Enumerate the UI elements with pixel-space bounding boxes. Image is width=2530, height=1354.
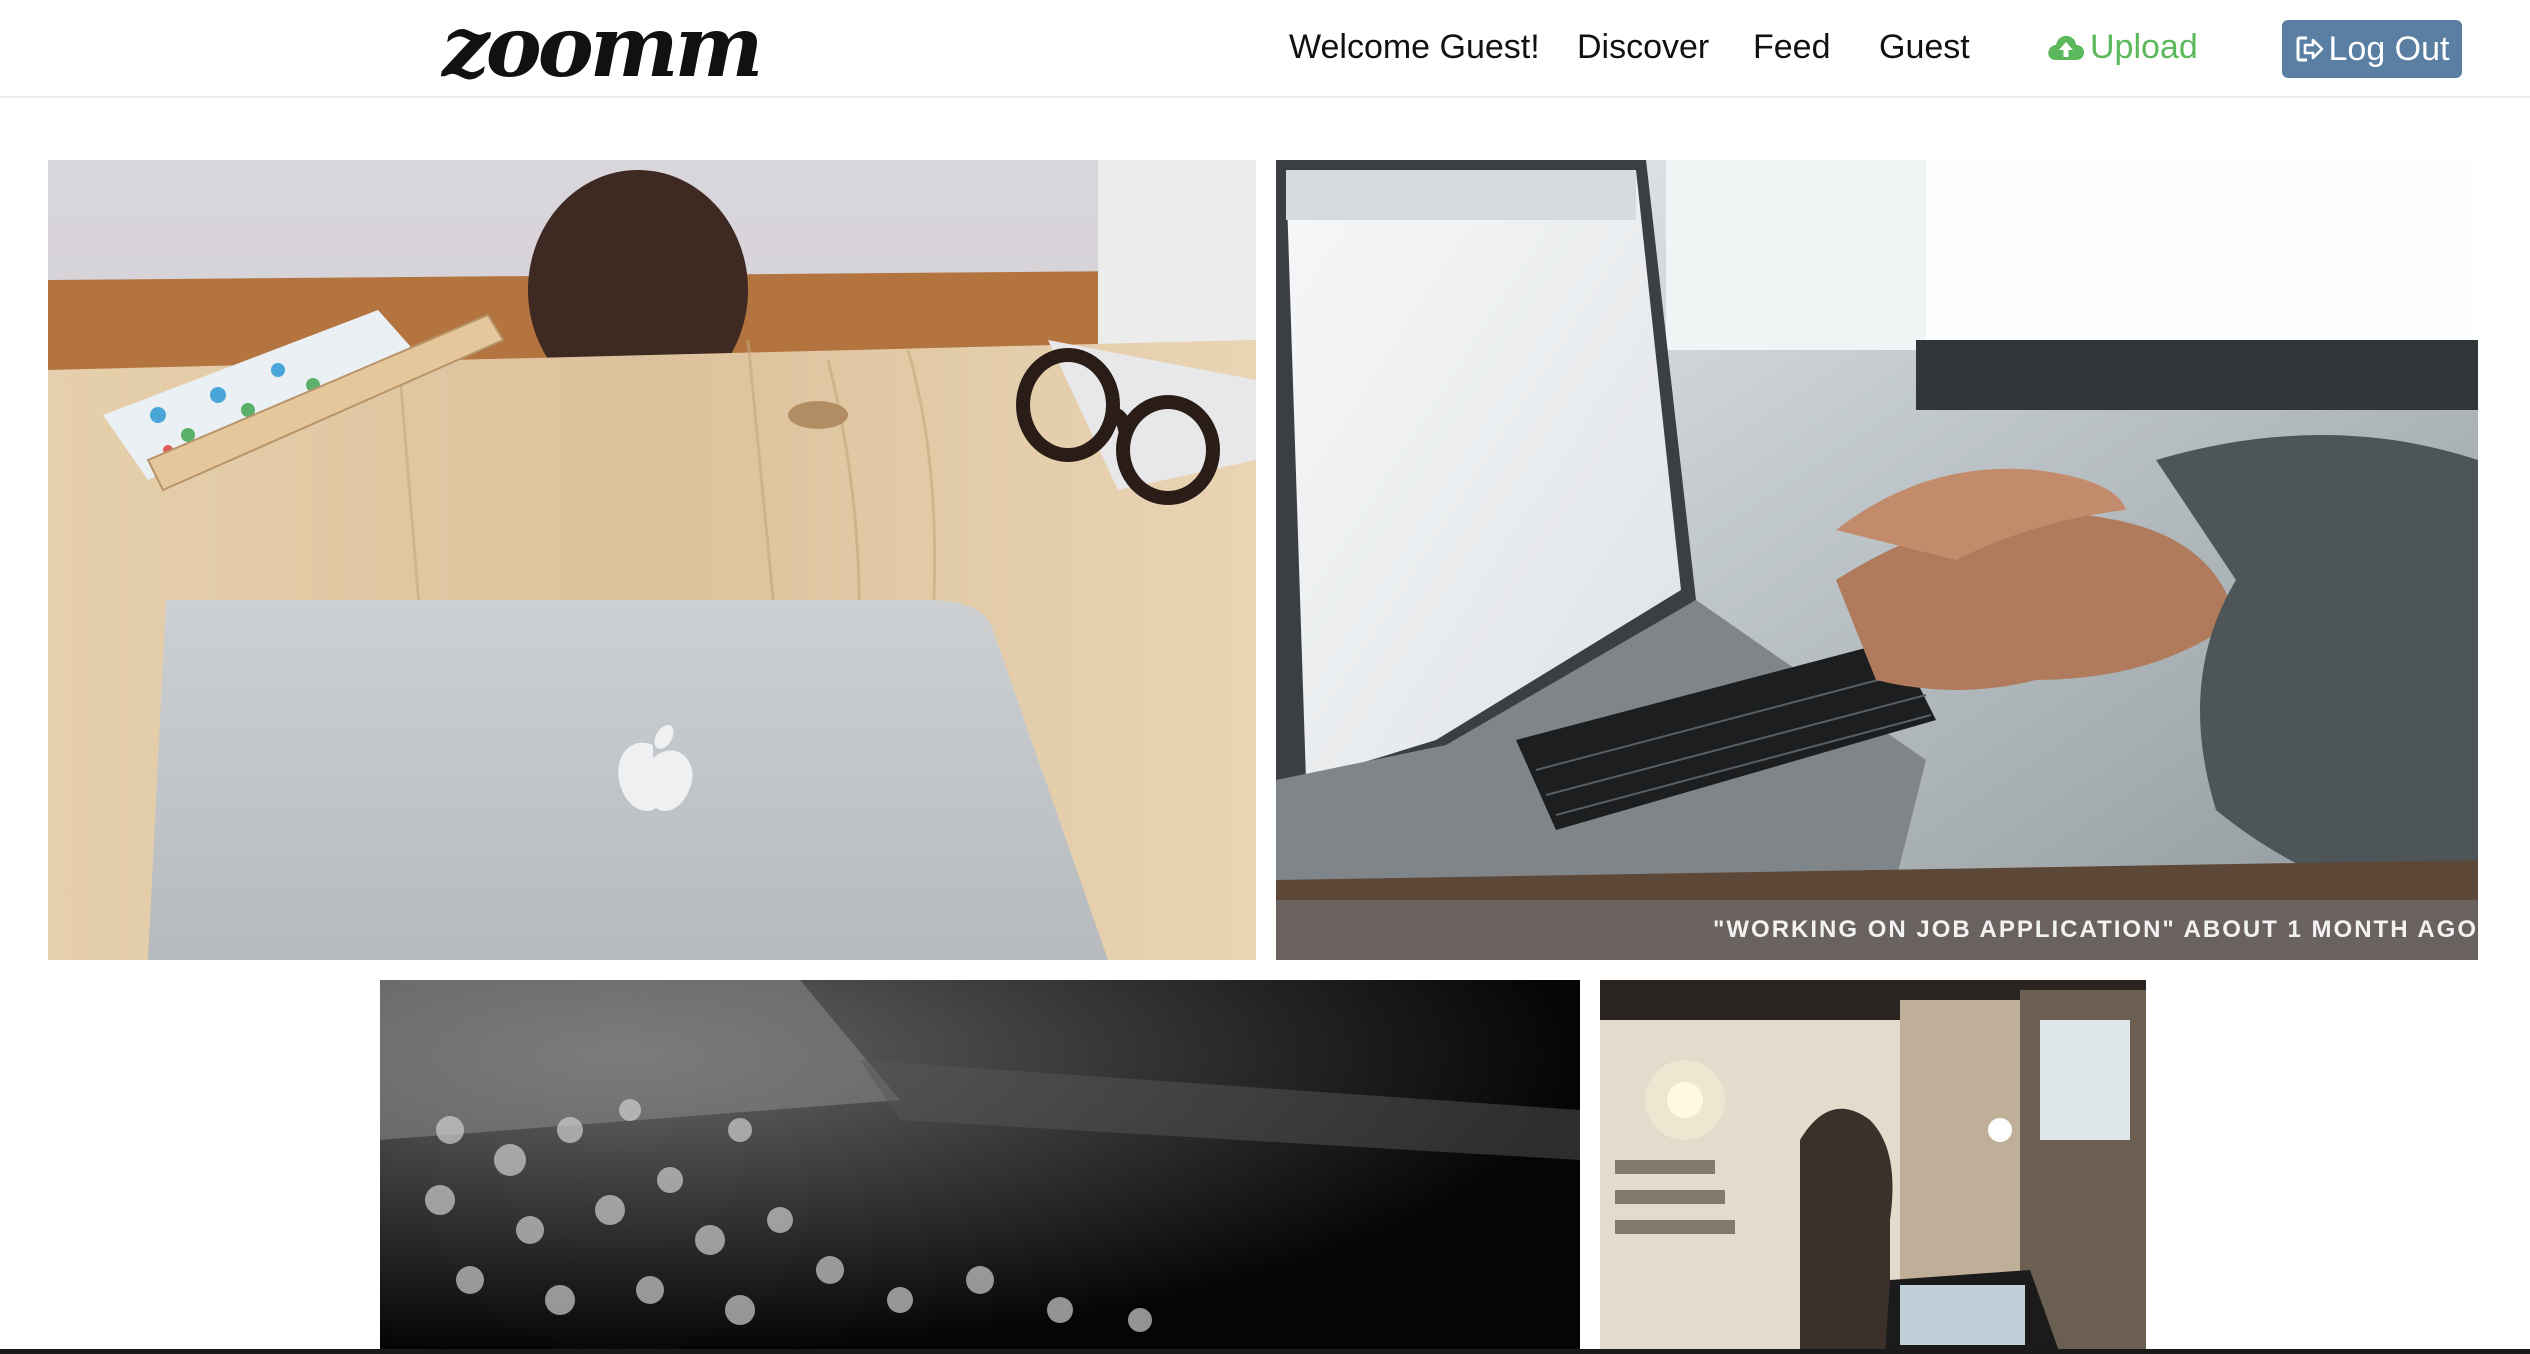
page-bottom-edge (0, 1349, 2530, 1354)
photo-cafe[interactable] (1600, 980, 2146, 1354)
photo-keyboard-bw[interactable] (380, 980, 1580, 1354)
typing-laptop-image (1276, 160, 2478, 960)
upload-link[interactable]: Upload (2046, 24, 2198, 70)
nav-welcome: Welcome Guest! (1289, 28, 1540, 66)
sign-out-icon (2296, 36, 2323, 62)
nav-guest-link[interactable]: Guest (1879, 24, 1970, 70)
photo-caption-bar: "WORKING ON JOB APPLICATION" ABOUT 1 MON… (1276, 900, 2478, 960)
photo-caption: "WORKING ON JOB APPLICATION" ABOUT 1 MON… (1713, 916, 2478, 943)
photo-desk-laptop[interactable] (48, 160, 1256, 960)
logo[interactable]: zoomm (442, 2, 764, 92)
logout-button[interactable]: Log Out (2282, 20, 2462, 78)
cloud-upload-icon (2048, 35, 2085, 60)
upload-label: Upload (2090, 28, 2198, 66)
photo-typing-laptop[interactable]: "WORKING ON JOB APPLICATION" ABOUT 1 MON… (1276, 160, 2478, 960)
keyboard-bw-image (380, 980, 1580, 1354)
nav-feed-link[interactable]: Feed (1753, 24, 1831, 70)
logout-label: Log Out (2328, 29, 2450, 68)
cafe-image (1600, 980, 2146, 1354)
desk-laptop-image (48, 160, 1256, 960)
nav-discover-link[interactable]: Discover (1577, 24, 1709, 70)
navbar: zoomm Welcome Guest! Discover Feed Guest… (0, 0, 2530, 98)
